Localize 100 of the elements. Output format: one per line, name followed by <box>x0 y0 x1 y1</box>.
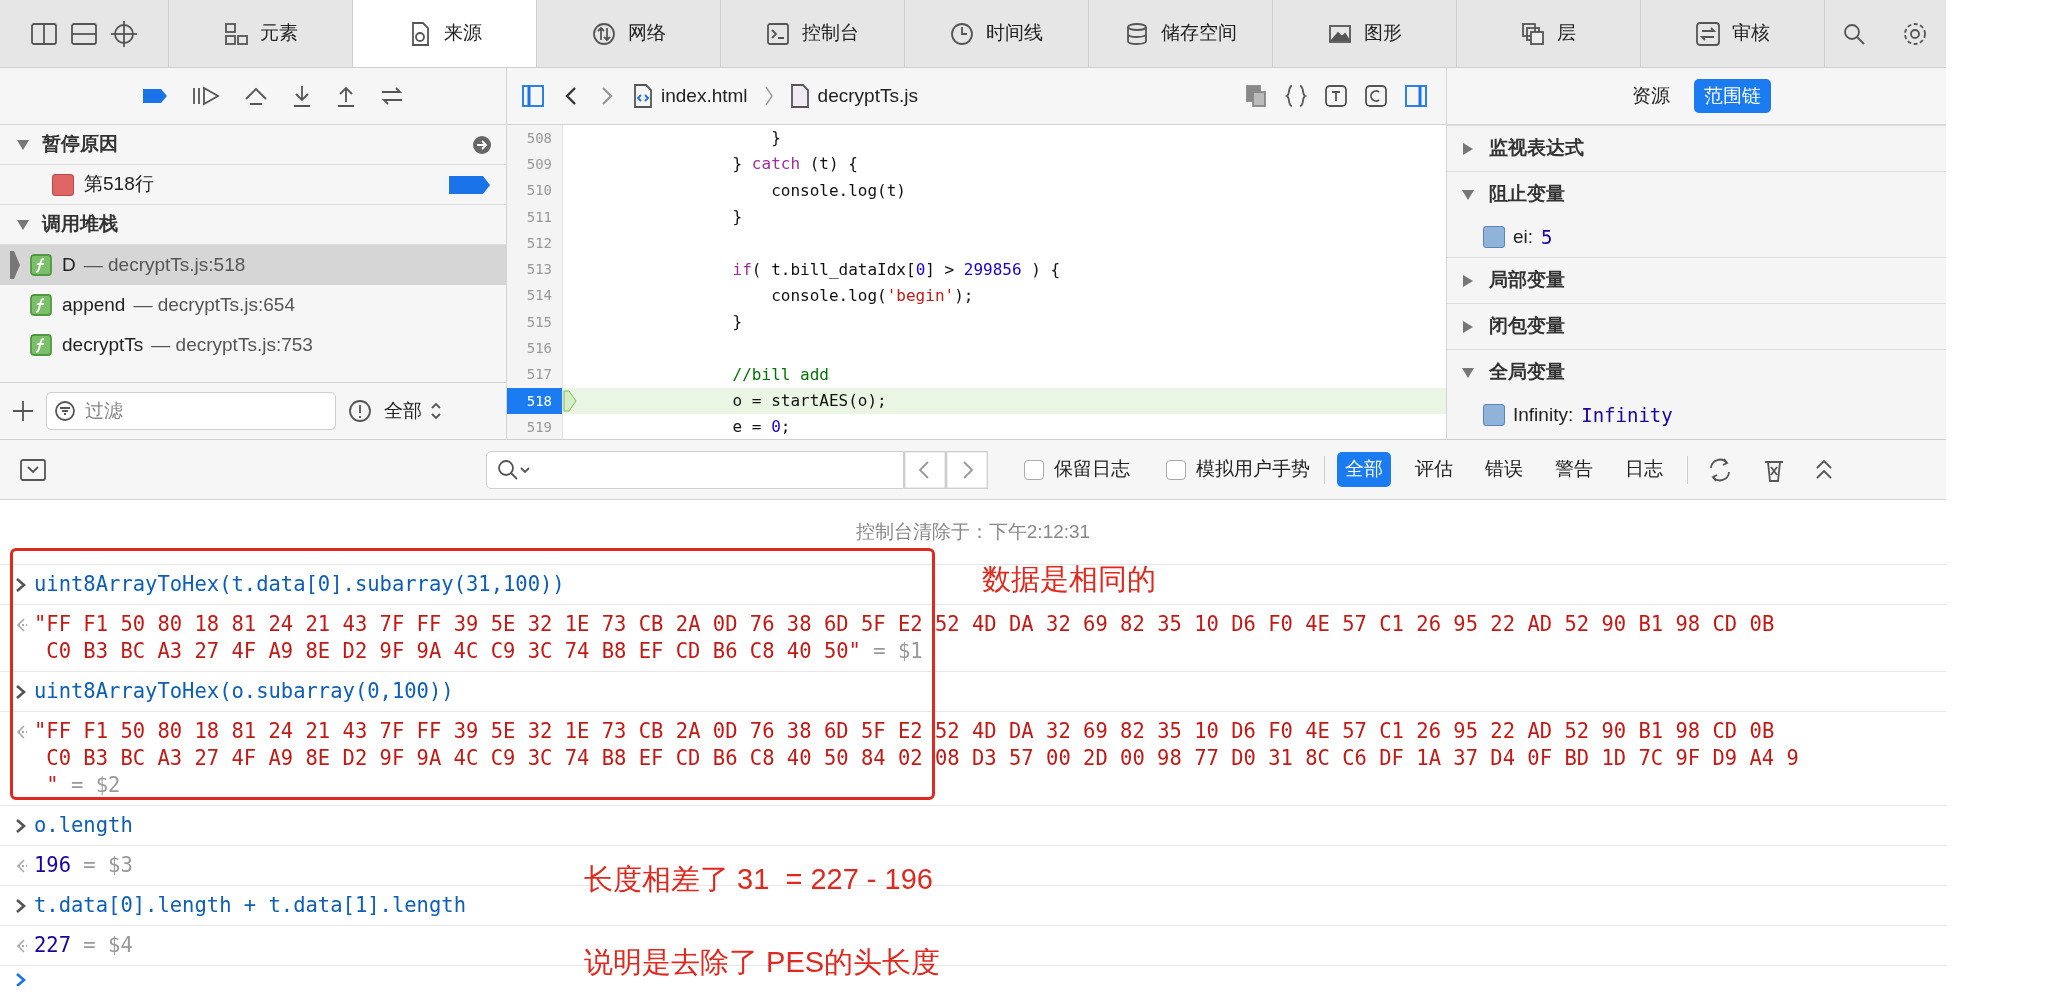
code-line: console.log(t) <box>770 179 906 202</box>
line-number: 508 <box>507 125 563 152</box>
section-title: 局部变量 <box>1489 268 1565 293</box>
layout-icon <box>223 21 248 46</box>
arrows-circle-icon <box>591 21 616 46</box>
disclosure-triangle-icon[interactable] <box>1461 273 1475 288</box>
result-reference: = $4 <box>83 932 133 959</box>
function-name: decryptTs <box>62 332 144 357</box>
annotation-text: 说明是去除了 PES的头长度 <box>584 945 941 980</box>
filter-tab[interactable]: 日志 <box>1617 452 1671 487</box>
prompt-chevron-icon <box>14 972 28 986</box>
variable-name: ei: <box>1513 224 1534 249</box>
collapse-icon[interactable] <box>20 458 46 481</box>
section-title: 调用堆栈 <box>42 212 119 237</box>
section-title: 暂停原因 <box>42 132 119 157</box>
c-icon[interactable] <box>1364 84 1388 108</box>
variable-name: Infinity: <box>1513 402 1574 427</box>
code-line: e = 0; <box>731 416 791 439</box>
breakpoint-toggle-icon[interactable] <box>141 87 169 105</box>
breadcrumb[interactable]: decryptTs.js <box>789 81 918 111</box>
checkbox[interactable]: 保留日志 <box>1024 455 1130 484</box>
console-result: " <box>46 772 59 799</box>
sidebar-toggle-icon[interactable] <box>521 84 545 108</box>
arrow-circle-icon[interactable] <box>472 134 492 155</box>
braces-icon[interactable] <box>1284 84 1308 108</box>
filter-field[interactable]: 过滤 <box>46 392 336 430</box>
filter-tab[interactable]: 评估 <box>1407 452 1461 487</box>
section-title: 阻止变量 <box>1489 182 1565 207</box>
console-result: "FF F1 50 80 18 81 24 21 43 7F FF 39 5E 32 1E 73 CB 2A 0D 76 38 6D 5F E2 52 4D DA 32 69 82 35 10 D6 F0 4E 57 C1 26 95 22 AD 52 90 B1 98 CD 0B <box>34 718 1775 745</box>
filter-tab[interactable]: 全部 <box>1337 452 1391 487</box>
code-line: } catch (t) { <box>731 153 858 176</box>
code-line: } <box>731 311 743 334</box>
command-text: uint8ArrayToHex(o.subarray(0,100)) <box>34 678 454 705</box>
disclosure-triangle-icon[interactable] <box>1461 141 1475 156</box>
dock-bottom-icon[interactable] <box>71 22 97 45</box>
filter-icon <box>54 400 76 422</box>
console-result: C0 B3 BC A3 27 4F A9 8E D2 9F 9A 4C C9 3C 74 B8 EF CD B6 C8 40 50 84 02 08 D3 57 00 2D 00 98 77 D0 31 8C C6 DF 1A 37 D4 0F BD 1D 7C 9F D9 A4 9 <box>46 745 1799 772</box>
warning-icon[interactable] <box>348 399 372 423</box>
line-number: 509 <box>507 151 563 178</box>
command-text: uint8ArrayToHex(t.data[0].subarray(31,100)) <box>34 571 565 598</box>
sidebar-right-icon[interactable] <box>1404 84 1428 108</box>
continue-icon[interactable] <box>191 85 221 107</box>
crosshair-icon[interactable] <box>111 20 137 47</box>
line-number: 517 <box>507 361 563 388</box>
call-frame[interactable]: append — decryptTs.js:654 <box>0 285 506 325</box>
command-text: o.length <box>34 812 133 839</box>
scope-dropdown[interactable]: 全部 <box>384 396 442 426</box>
function-icon <box>30 334 52 356</box>
call-frame[interactable]: D — decryptTs.js:518 <box>0 245 506 285</box>
code-line: //bill add <box>731 363 829 386</box>
line-number: 512 <box>507 230 563 257</box>
line-number: 518 <box>507 387 563 415</box>
html-file-icon <box>633 84 653 108</box>
copy-icon[interactable] <box>1244 84 1268 108</box>
chevron-icon <box>763 85 774 107</box>
line-number: 510 <box>507 177 563 204</box>
console-result: "FF F1 50 80 18 81 24 21 43 7F FF 39 5E 32 1E 73 CB 2A 0D 76 38 6D 5F E2 52 4D DA 32 69 82 35 10 D6 F0 4E 57 C1 26 95 22 AD 52 90 B1 98 CD 0B <box>34 611 1775 638</box>
section-title: 监视表达式 <box>1489 136 1584 161</box>
console-cleared-message: 控制台清除于：下午2:12:31 <box>854 519 1092 544</box>
function-name: D <box>62 252 76 277</box>
js-file-icon <box>789 84 810 108</box>
pause-location[interactable]: 第518行 <box>84 170 438 199</box>
console-result: C0 B3 BC A3 27 4F A9 8E D2 9F 9A 4C C9 3C 74 B8 EF CD B6 C8 40 50" <box>46 638 861 665</box>
sidebar-tab[interactable]: 范围链 <box>1694 78 1771 114</box>
step-into-icon[interactable] <box>291 84 313 108</box>
source-location: — decryptTs.js:518 <box>83 252 246 277</box>
variable-value: 5 <box>1541 224 1553 250</box>
sidebar-tab[interactable]: 资源 <box>1622 78 1680 114</box>
section-title: 闭包变量 <box>1489 314 1565 339</box>
filter-tab[interactable]: 错误 <box>1477 452 1531 487</box>
current-frame-icon <box>10 251 20 279</box>
step-over-icon[interactable] <box>243 85 269 107</box>
result-reference: = $2 <box>71 772 121 799</box>
disclosure-triangle-icon[interactable] <box>16 137 30 152</box>
tab[interactable]: 来源 <box>353 0 537 67</box>
disclosure-triangle-icon[interactable] <box>1461 187 1475 202</box>
disclosure-triangle-icon[interactable] <box>16 217 30 232</box>
result-reference: = $3 <box>83 852 133 879</box>
checkbox[interactable]: 模拟用户手势 <box>1166 455 1310 484</box>
type-icon[interactable] <box>1324 84 1348 108</box>
add-icon[interactable] <box>12 400 34 422</box>
call-frame[interactable]: decryptTs — decryptTs.js:753 <box>0 325 506 365</box>
variable-value: Infinity <box>1581 402 1673 428</box>
line-number: 515 <box>507 309 563 336</box>
breadcrumb[interactable]: index.html <box>633 81 748 111</box>
code-line: o = startAES(o); <box>731 390 887 413</box>
line-number: 511 <box>507 203 563 231</box>
layers-icon <box>1521 21 1545 46</box>
step-out-icon[interactable] <box>335 84 357 108</box>
filter-tab[interactable]: 警告 <box>1547 452 1601 487</box>
dock-side-icon[interactable] <box>31 22 57 45</box>
disclosure-triangle-icon[interactable] <box>1461 365 1475 380</box>
settings-icon[interactable] <box>1901 20 1928 47</box>
source-location: — decryptTs.js:753 <box>151 332 313 357</box>
section-title: 全局变量 <box>1489 360 1565 385</box>
search-icon[interactable] <box>1843 22 1866 45</box>
step-icon[interactable] <box>379 85 405 107</box>
source-location: — decryptTs.js:654 <box>133 292 295 317</box>
disclosure-triangle-icon[interactable] <box>1461 319 1475 334</box>
command-text: t.data[0].length + t.data[1].length <box>34 892 466 919</box>
